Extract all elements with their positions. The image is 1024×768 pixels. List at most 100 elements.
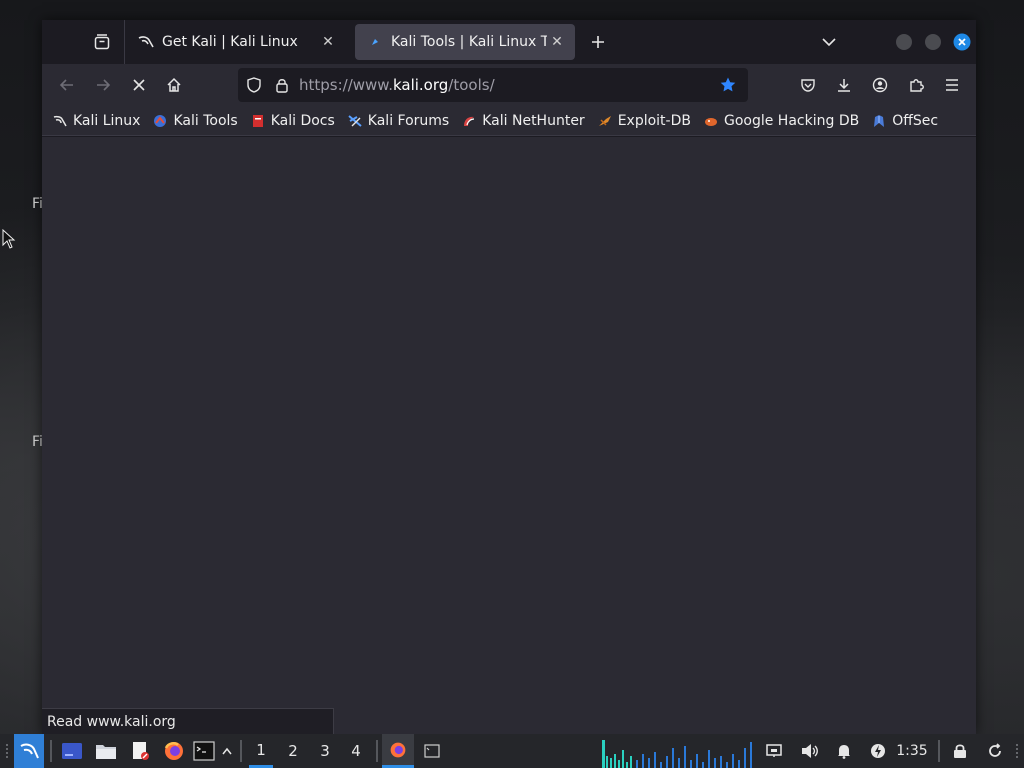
- downloads-button[interactable]: [832, 73, 856, 97]
- page-content[interactable]: Read www.kali.org: [42, 137, 976, 734]
- bookmark-label: Kali Linux: [73, 112, 141, 129]
- status-bar: Read www.kali.org: [42, 708, 334, 734]
- extensions-button[interactable]: [904, 73, 928, 97]
- network-indicator[interactable]: [762, 734, 786, 768]
- bookmark-label: Google Hacking DB: [723, 112, 860, 129]
- tab-kali-tools[interactable]: Kali Tools | Kali Linux Tool ✕: [355, 24, 575, 60]
- bookmark-label: Exploit-DB: [617, 112, 691, 129]
- list-all-tabs-button[interactable]: [817, 30, 841, 54]
- new-tab-button[interactable]: [586, 30, 610, 54]
- app-menu-button[interactable]: [940, 73, 964, 97]
- arrow-right-icon: [97, 79, 111, 91]
- workspace-3[interactable]: 3: [313, 734, 337, 768]
- url-domain: kali.org: [392, 76, 449, 94]
- drag-handle-icon: [1016, 744, 1018, 758]
- logout-button[interactable]: [983, 734, 1007, 768]
- nethunter-icon: [462, 114, 476, 128]
- puzzle-icon: [910, 79, 924, 92]
- kali-menu-icon: [20, 743, 39, 759]
- chevron-down-icon: [822, 38, 836, 47]
- bookmark-google-hacking-db[interactable]: Google Hacking DB: [704, 113, 859, 129]
- home-button[interactable]: [162, 73, 186, 97]
- minimize-button[interactable]: [892, 30, 916, 54]
- lock-icon: [954, 744, 966, 758]
- kali-dragon-icon: [138, 34, 154, 50]
- terminal-launcher[interactable]: [190, 734, 218, 768]
- lightning-icon: [871, 744, 885, 758]
- lock-screen-button[interactable]: [948, 734, 972, 768]
- show-desktop-launcher[interactable]: [58, 734, 86, 768]
- chevron-up-icon: [222, 747, 232, 755]
- panel-handle[interactable]: [2, 734, 12, 768]
- bookmark-exploit-db[interactable]: Exploit-DB: [598, 113, 691, 129]
- url-path: /tools/: [448, 76, 495, 94]
- network-wired-icon: [766, 744, 782, 757]
- bookmark-label: OffSec: [892, 112, 939, 129]
- volume-button[interactable]: [798, 734, 822, 768]
- bell-icon: [838, 745, 850, 759]
- minimize-icon: [896, 34, 912, 50]
- file-manager-launcher[interactable]: [92, 734, 120, 768]
- power-manager-button[interactable]: [866, 734, 890, 768]
- back-button[interactable]: [55, 73, 79, 97]
- bookmark-kali-forums[interactable]: Kali Forums: [348, 113, 449, 129]
- bookmark-offsec[interactable]: OffSec: [872, 113, 938, 129]
- maximize-icon: [925, 34, 941, 50]
- taskbar-window-terminal[interactable]: [418, 734, 446, 768]
- stop-icon: [133, 79, 145, 91]
- panel-separator: [50, 740, 52, 762]
- kali-forums-icon: [348, 114, 362, 128]
- workspace-4[interactable]: 4: [344, 734, 368, 768]
- panel-handle[interactable]: [1012, 734, 1022, 768]
- bookmark-kali-tools[interactable]: Kali Tools: [153, 112, 238, 129]
- bookmarks-toolbar: Kali Linux Kali Tools Kali Docs Kali For…: [42, 106, 976, 136]
- cpu-graph[interactable]: [602, 736, 756, 768]
- clock[interactable]: 1:35: [894, 734, 930, 768]
- forward-button[interactable]: [91, 73, 115, 97]
- mouse-cursor-icon: [2, 229, 16, 249]
- url-text[interactable]: https://www.kali.org/tools/: [299, 76, 495, 94]
- folder-icon: [96, 745, 116, 759]
- panel-separator: [938, 740, 940, 762]
- ghdb-icon: [704, 114, 718, 128]
- kali-tools-icon: [153, 114, 167, 128]
- tab-get-kali[interactable]: Get Kali | Kali Linux ✕: [126, 24, 346, 60]
- close-tab-icon[interactable]: ✕: [318, 34, 338, 50]
- tracking-protection-button[interactable]: [242, 73, 266, 97]
- launcher-overflow-button[interactable]: [219, 734, 235, 768]
- stop-loading-button[interactable]: [127, 73, 151, 97]
- bookmark-kali-linux[interactable]: Kali Linux: [53, 113, 140, 129]
- kali-docs-icon: [251, 114, 265, 128]
- workspace-1[interactable]: 1: [249, 734, 273, 768]
- tab-title: Get Kali | Kali Linux: [162, 34, 298, 50]
- volume-icon: [802, 744, 818, 758]
- bookmark-kali-docs[interactable]: Kali Docs: [251, 113, 335, 129]
- close-tab-icon[interactable]: ✕: [547, 34, 567, 50]
- pocket-button[interactable]: [796, 73, 820, 97]
- firefox-launcher[interactable]: [160, 734, 188, 768]
- application-menu-button[interactable]: [14, 734, 44, 768]
- maximize-button[interactable]: [921, 30, 945, 54]
- kali-tools-favicon-icon: [367, 34, 383, 50]
- browser-window: Get Kali | Kali Linux ✕ Kali Tools | Kal…: [42, 20, 976, 734]
- site-info-button[interactable]: [270, 73, 294, 97]
- bookmark-kali-nethunter[interactable]: Kali NetHunter: [462, 113, 585, 129]
- bookmark-label: Kali Docs: [270, 112, 335, 129]
- tab-manager-button[interactable]: [90, 30, 114, 54]
- bookmark-label: Kali Tools: [173, 112, 238, 129]
- text-editor-icon: [133, 742, 149, 760]
- download-icon: [838, 79, 850, 92]
- tabs-list-icon: [94, 34, 110, 50]
- close-window-button[interactable]: [950, 30, 974, 54]
- taskbar-window-firefox[interactable]: [382, 734, 414, 768]
- text-editor-launcher[interactable]: [126, 734, 154, 768]
- account-button[interactable]: [868, 73, 892, 97]
- desktop-icon: [62, 743, 82, 759]
- star-filled-icon: [720, 77, 736, 92]
- bookmark-page-button[interactable]: [716, 73, 740, 97]
- workspace-2[interactable]: 2: [281, 734, 305, 768]
- notifications-button[interactable]: [832, 734, 856, 768]
- lock-icon: [276, 79, 288, 93]
- kali-dragon-icon: [53, 114, 67, 128]
- url-bar[interactable]: https://www.kali.org/tools/: [238, 68, 748, 102]
